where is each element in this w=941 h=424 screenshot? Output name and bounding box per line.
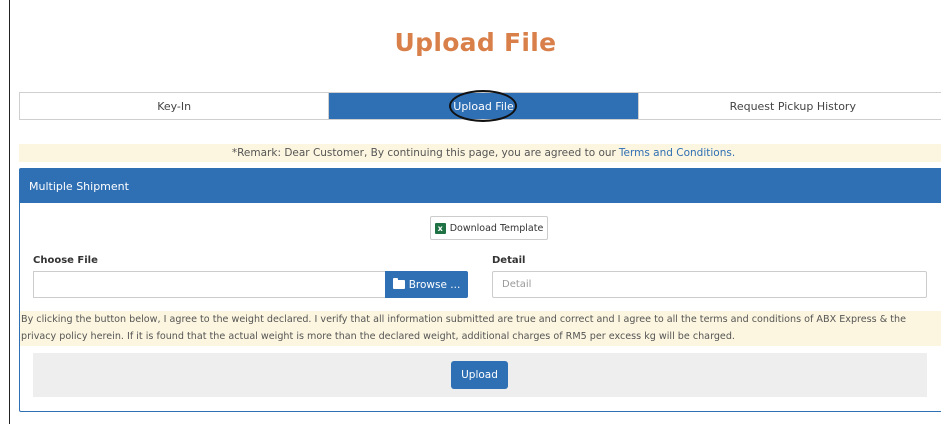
terms-link[interactable]: Terms and Conditions. [619, 147, 735, 159]
browse-label: Browse ... [408, 278, 461, 291]
tab-upload-file[interactable]: Upload File [329, 90, 639, 122]
tab-key-in[interactable]: Key-In [20, 93, 330, 119]
tab-bar: Key-In Upload File Request Pickup Histor… [19, 90, 941, 122]
tab-label: Key-In [157, 99, 192, 113]
multiple-shipment-panel: Multiple Shipment x Download Template Ch… [19, 168, 941, 412]
file-path-field[interactable] [33, 271, 385, 298]
browse-button[interactable]: Browse ... [385, 271, 468, 298]
agreement-line-2: privacy policy herein. If it is found th… [21, 331, 735, 342]
upload-button[interactable]: Upload [451, 361, 508, 389]
download-template-button[interactable]: x Download Template [430, 216, 548, 240]
tab-label: Request Pickup History [729, 99, 856, 113]
folder-icon [392, 278, 405, 289]
tab-request-pickup-history[interactable]: Request Pickup History [638, 93, 941, 119]
remark-banner: *Remark: Dear Customer, By continuing th… [19, 144, 941, 162]
action-bar: Upload [33, 353, 927, 397]
panel-header: Multiple Shipment [20, 169, 941, 203]
remark-text: *Remark: Dear Customer, By continuing th… [231, 147, 616, 159]
highlight-circle [449, 90, 518, 122]
download-template-label: Download Template [449, 222, 544, 234]
detail-label: Detail [492, 255, 526, 266]
agreement-notice: By clicking the button below, I agree to… [20, 311, 941, 346]
page-title: Upload File [394, 28, 557, 57]
agreement-line-1: By clicking the button below, I agree to… [21, 314, 906, 325]
choose-file-label: Choose File [33, 255, 98, 266]
detail-input[interactable] [492, 271, 927, 298]
excel-icon: x [434, 222, 446, 234]
page-frame: Upload File Key-In Upload File Request P… [9, 0, 941, 424]
